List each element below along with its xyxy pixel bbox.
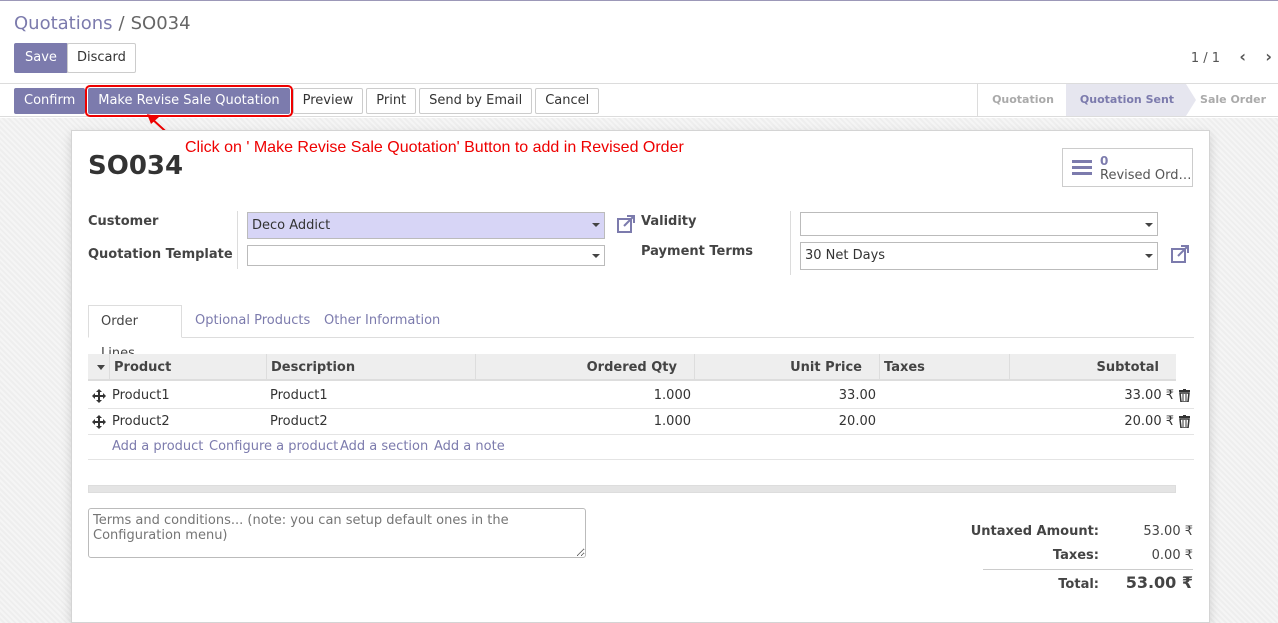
untaxed-amount-value: 53.00 ₹ bbox=[1143, 524, 1193, 539]
validity-field[interactable] bbox=[800, 212, 1158, 236]
external-link-icon[interactable] bbox=[616, 214, 636, 234]
divider bbox=[237, 211, 238, 269]
configure-product-link[interactable]: Configure a product bbox=[209, 433, 338, 460]
add-note-link[interactable]: Add a note bbox=[434, 433, 505, 460]
revised-orders-smart-button[interactable]: 0 Revised Ord… bbox=[1062, 148, 1193, 187]
payment-terms-value: 30 Net Days bbox=[805, 248, 886, 263]
print-button[interactable]: Print bbox=[366, 88, 417, 114]
row-subtotal: 33.00 ₹ bbox=[1124, 388, 1174, 403]
breadcrumb-current: SO034 bbox=[130, 13, 191, 34]
page-title: SO034 bbox=[88, 151, 184, 181]
taxes-label: Taxes: bbox=[1052, 548, 1099, 563]
caret-down-icon bbox=[97, 365, 105, 370]
add-line-row: Add a product Configure a product Add a … bbox=[88, 433, 1194, 460]
cancel-button[interactable]: Cancel bbox=[535, 88, 600, 114]
drag-handle-icon[interactable] bbox=[92, 389, 106, 403]
add-product-link[interactable]: Add a product bbox=[112, 433, 203, 460]
totals-divider bbox=[983, 569, 1193, 570]
customer-label: Customer bbox=[88, 214, 159, 229]
make-revise-sale-quotation-button[interactable]: Make Revise Sale Quotation bbox=[85, 85, 293, 117]
row-unit-price: 20.00 bbox=[838, 414, 876, 429]
send-by-email-button[interactable]: Send by Email bbox=[419, 88, 533, 114]
status-bar: Confirm Make Revise Sale Quotation Previ… bbox=[0, 84, 1278, 117]
stage-quotation[interactable]: Quotation bbox=[978, 84, 1066, 116]
column-description[interactable]: Description bbox=[267, 354, 476, 381]
caret-down-icon bbox=[1145, 254, 1153, 258]
row-qty: 1.000 bbox=[653, 414, 691, 429]
sort-handle-header bbox=[88, 354, 110, 381]
row-unit-price: 33.00 bbox=[838, 388, 876, 403]
drag-handle-icon[interactable] bbox=[92, 415, 106, 429]
breadcrumb: Quotations / SO034 bbox=[14, 13, 191, 34]
breadcrumb-separator: / bbox=[118, 13, 125, 34]
payment-terms-field[interactable]: 30 Net Days bbox=[800, 242, 1158, 270]
chevron-left-icon[interactable]: ‹ bbox=[1239, 47, 1246, 66]
payment-terms-label: Payment Terms bbox=[641, 244, 754, 259]
confirm-button[interactable]: Confirm bbox=[14, 88, 86, 114]
table-header: Product Description Ordered Qty Unit Pri… bbox=[88, 354, 1176, 381]
untaxed-amount-label: Untaxed Amount: bbox=[970, 524, 1099, 539]
quotation-template-field[interactable] bbox=[247, 245, 605, 266]
taxes-value: 0.00 ₹ bbox=[1151, 548, 1193, 563]
table-row[interactable]: Product2 Product2 1.000 20.00 20.00 ₹ bbox=[88, 409, 1194, 435]
row-product: Product1 bbox=[112, 388, 170, 403]
annotation-text: Click on ' Make Revise Sale Quotation' B… bbox=[185, 139, 684, 156]
quotation-template-label: Quotation Template bbox=[88, 247, 233, 262]
notebook-tabs: Order Lines Optional Products Other Info… bbox=[88, 305, 1194, 361]
column-product[interactable]: Product bbox=[110, 354, 267, 381]
stage-sale-order[interactable]: Sale Order bbox=[1186, 84, 1278, 116]
total-label: Total: bbox=[1058, 577, 1099, 592]
table-row[interactable]: Product1 Product1 1.000 33.00 33.00 ₹ bbox=[88, 383, 1194, 409]
tab-order-lines[interactable]: Order Lines bbox=[88, 305, 182, 361]
discard-button[interactable]: Discard bbox=[67, 43, 136, 73]
column-ordered-qty[interactable]: Ordered Qty bbox=[476, 354, 695, 381]
row-qty: 1.000 bbox=[653, 388, 691, 403]
pager-value[interactable]: 1 / 1 bbox=[1191, 51, 1220, 66]
row-description: Product2 bbox=[270, 414, 328, 429]
tab-other-information[interactable]: Other Information bbox=[324, 305, 440, 338]
action-buttons: Confirm Make Revise Sale Quotation Previ… bbox=[14, 85, 600, 117]
tab-optional-products[interactable]: Optional Products bbox=[195, 305, 310, 338]
customer-field[interactable]: Deco Addict bbox=[247, 212, 605, 239]
chevron-right-icon[interactable]: › bbox=[1265, 47, 1272, 66]
column-subtotal[interactable]: Subtotal bbox=[1010, 354, 1176, 381]
trash-icon[interactable] bbox=[1179, 415, 1190, 428]
stage-quotation-sent[interactable]: Quotation Sent bbox=[1065, 84, 1197, 116]
trash-icon[interactable] bbox=[1179, 389, 1190, 402]
validity-label: Validity bbox=[641, 214, 697, 229]
form-sheet: SO034 Click on ' Make Revise Sale Quotat… bbox=[71, 130, 1210, 623]
terms-and-conditions-field[interactable] bbox=[88, 508, 586, 558]
row-subtotal: 20.00 ₹ bbox=[1124, 414, 1174, 429]
row-product: Product2 bbox=[112, 414, 170, 429]
divider bbox=[790, 211, 791, 275]
add-section-link[interactable]: Add a section bbox=[340, 433, 428, 460]
caret-down-icon bbox=[592, 223, 600, 227]
total-value: 53.00 ₹ bbox=[1125, 573, 1193, 592]
horizontal-scrollbar[interactable] bbox=[88, 485, 1176, 493]
preview-button[interactable]: Preview bbox=[292, 88, 364, 114]
control-panel: Quotations / SO034 Save Discard 1 / 1 ‹ › bbox=[0, 1, 1278, 84]
external-link-icon[interactable] bbox=[1170, 244, 1190, 264]
row-description: Product1 bbox=[270, 388, 328, 403]
customer-value: Deco Addict bbox=[252, 218, 331, 233]
revised-orders-count: 0 bbox=[1100, 154, 1109, 168]
revised-orders-label: Revised Ord… bbox=[1100, 168, 1192, 183]
column-taxes[interactable]: Taxes bbox=[880, 354, 1010, 381]
caret-down-icon bbox=[592, 254, 600, 258]
stage-pipeline: Quotation Quotation Sent Sale Order bbox=[977, 84, 1278, 116]
caret-down-icon bbox=[1145, 223, 1153, 227]
list-icon bbox=[1072, 160, 1092, 178]
column-unit-price[interactable]: Unit Price bbox=[695, 354, 880, 381]
save-button[interactable]: Save bbox=[14, 43, 68, 73]
breadcrumb-quotations-link[interactable]: Quotations bbox=[14, 13, 113, 34]
